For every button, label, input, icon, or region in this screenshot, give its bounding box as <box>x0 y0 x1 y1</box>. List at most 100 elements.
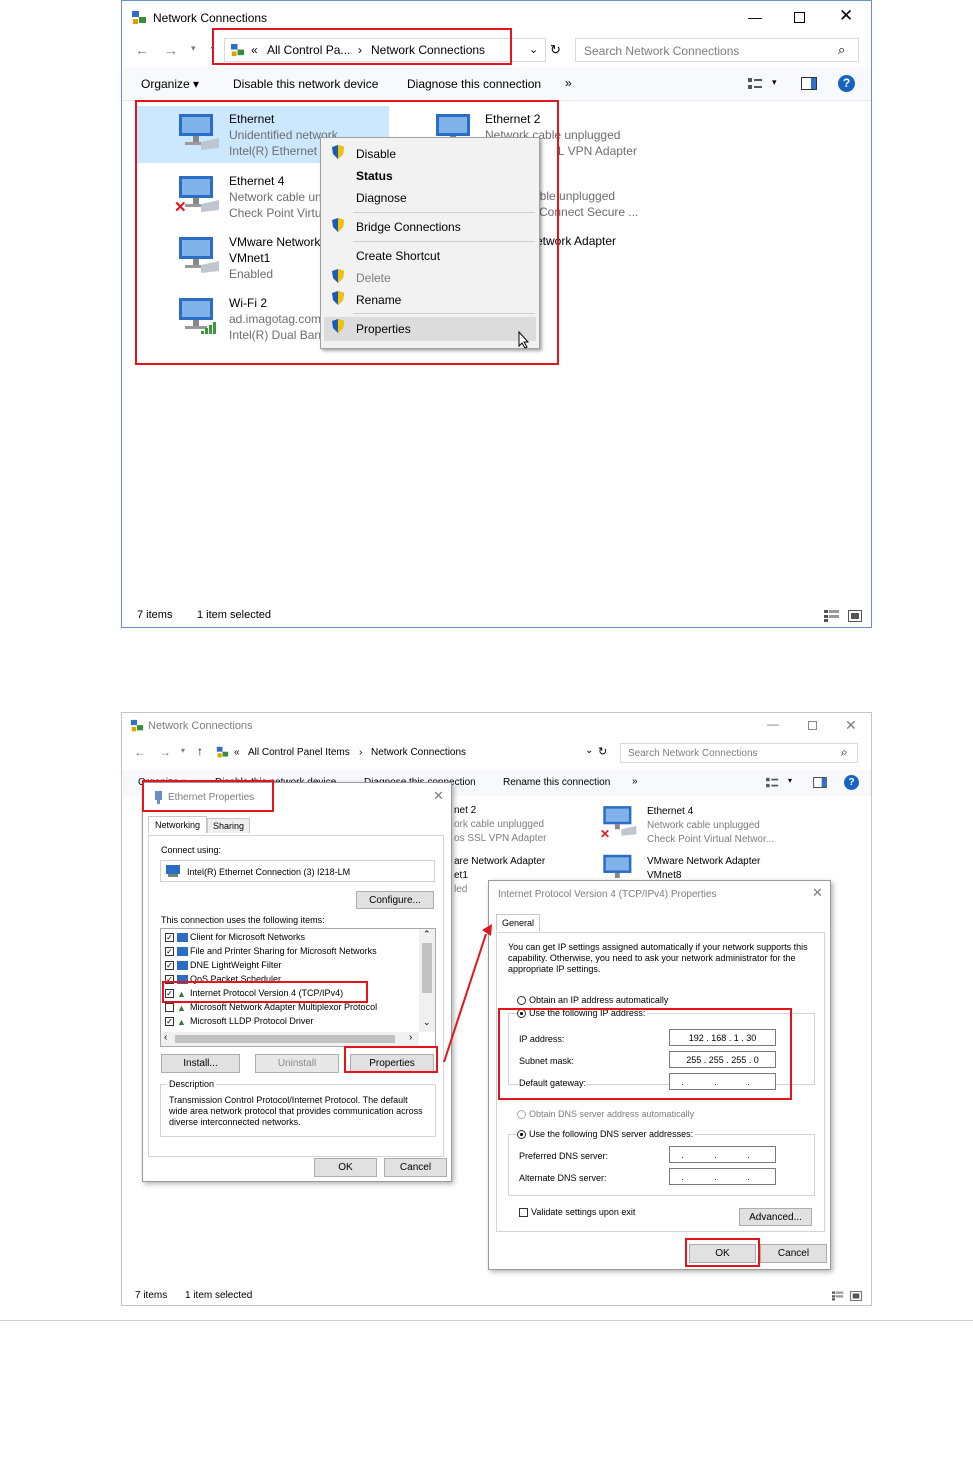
horizontal-scrollbar[interactable]: ‹ › <box>161 1032 419 1046</box>
obtain-dns-auto-radio[interactable]: Obtain DNS server address automatically <box>517 1109 694 1120</box>
checkbox[interactable]: ✓ <box>165 975 174 985</box>
alternate-dns-field[interactable]: . . . <box>669 1168 776 1185</box>
checkbox[interactable]: ✓ <box>165 961 174 971</box>
address-bar[interactable]: « All Control Pa... › Network Connection… <box>224 38 546 62</box>
breadcrumb-parent[interactable]: All Control Pa... <box>267 43 350 57</box>
scroll-left-icon[interactable]: ‹ <box>164 1032 167 1043</box>
install-button[interactable]: Install... <box>161 1054 240 1073</box>
view-dropdown-icon[interactable]: ▾ <box>788 776 792 785</box>
menu-item-properties[interactable]: Properties <box>324 317 536 341</box>
checkbox[interactable]: ✓ <box>165 933 174 943</box>
tab-networking[interactable]: Networking <box>148 816 208 833</box>
scroll-down-icon[interactable]: ⌄ <box>423 1017 431 1028</box>
menu-item-status[interactable]: Status <box>321 165 539 187</box>
search-icon[interactable]: ⌕ <box>838 42 845 58</box>
organize-button[interactable]: Organize ▾ <box>141 77 199 91</box>
advanced-button[interactable]: Advanced... <box>739 1208 812 1226</box>
back-arrow-icon[interactable]: ← <box>134 745 146 759</box>
help-icon[interactable]: ? <box>838 75 855 92</box>
disable-device-button[interactable]: Disable this network device <box>233 77 378 91</box>
subnet-mask-field[interactable]: 255 . 255 . 255 . 0 <box>669 1051 776 1068</box>
diagnose-button[interactable]: Diagnose this connection <box>407 77 541 91</box>
radio[interactable] <box>517 1009 526 1019</box>
scroll-thumb[interactable] <box>422 943 432 993</box>
large-icons-view-icon[interactable] <box>848 610 862 622</box>
menu-item-disable[interactable]: Disable <box>321 143 539 165</box>
up-arrow-icon[interactable]: ↑ <box>197 744 203 758</box>
radio[interactable] <box>517 1110 526 1120</box>
refresh-icon[interactable]: ↻ <box>550 42 561 58</box>
uninstall-button[interactable]: Uninstall <box>255 1054 339 1073</box>
list-item[interactable]: ✓ File and Printer Sharing for Microsoft … <box>165 946 377 957</box>
refresh-icon[interactable]: ↻ <box>598 745 607 758</box>
breadcrumb-current[interactable]: Network Connections <box>371 747 466 758</box>
list-item-ethernet-2[interactable]: net 2 ork cable unplugged os SSL VPN Ada… <box>450 805 610 845</box>
obtain-ip-auto-radio[interactable]: Obtain an IP address automatically <box>517 995 668 1006</box>
help-icon[interactable]: ? <box>844 775 859 790</box>
close-icon[interactable]: ✕ <box>845 717 857 734</box>
search-box[interactable]: Search Network Connections ⌕ <box>575 38 859 62</box>
list-item[interactable]: ✓ DNE LightWeight Filter <box>165 960 281 971</box>
list-item-ethernet-4[interactable]: ✕ Ethernet 4 Network cable unplugged Che… <box>600 803 860 847</box>
title-bar[interactable]: Network Connections — ✕ <box>122 713 871 739</box>
radio[interactable] <box>517 996 526 1006</box>
cancel-button[interactable]: Cancel <box>384 1158 447 1177</box>
checkbox[interactable]: ✓ <box>165 1017 174 1027</box>
more-commands-button[interactable]: » <box>632 776 638 787</box>
scroll-up-icon[interactable]: ⌃ <box>423 929 431 940</box>
tab-general[interactable]: General <box>496 914 541 931</box>
close-icon[interactable]: ✕ <box>812 885 823 901</box>
rename-button[interactable]: Rename this connection <box>503 777 610 788</box>
view-dropdown-icon[interactable]: ▾ <box>772 77 777 88</box>
view-options-icon[interactable] <box>748 77 764 91</box>
properties-button[interactable]: Properties <box>350 1054 434 1073</box>
radio[interactable] <box>517 1130 526 1140</box>
tab-sharing[interactable]: Sharing <box>207 818 251 833</box>
address-dropdown-icon[interactable]: ⌄ <box>529 43 538 56</box>
menu-item-diagnose[interactable]: Diagnose <box>321 187 539 209</box>
list-item[interactable]: ✓ ▲ Microsoft LLDP Protocol Driver <box>165 1016 313 1027</box>
forward-arrow-icon[interactable]: → <box>159 745 171 759</box>
close-icon[interactable]: ✕ <box>839 6 853 26</box>
list-item[interactable]: ▲ Microsoft Network Adapter Multiplexor P… <box>165 1002 377 1013</box>
menu-item-create-shortcut[interactable]: Create Shortcut <box>321 245 539 267</box>
minimize-icon[interactable]: — <box>748 9 762 25</box>
list-item-ipv4[interactable]: ✓ ▲ Internet Protocol Version 4 (TCP/IPv4) <box>165 988 343 999</box>
ok-button[interactable]: OK <box>314 1158 377 1177</box>
use-following-dns-radio[interactable]: Use the following DNS server addresses: <box>517 1129 696 1140</box>
validate-checkbox[interactable]: Validate settings upon exit <box>519 1207 635 1218</box>
back-arrow-icon[interactable]: ← <box>135 42 149 58</box>
preview-pane-icon[interactable] <box>813 777 827 788</box>
minimize-icon[interactable]: — <box>767 717 779 731</box>
address-dropdown-icon[interactable]: ⌄ <box>585 745 593 756</box>
title-bar[interactable]: Network Connections — ✕ <box>122 1 871 35</box>
close-icon[interactable]: ✕ <box>433 788 444 804</box>
ok-button[interactable]: OK <box>689 1244 756 1263</box>
preferred-dns-field[interactable]: . . . <box>669 1146 776 1163</box>
checkbox[interactable]: ✓ <box>165 947 174 957</box>
cancel-button[interactable]: Cancel <box>760 1244 827 1263</box>
forward-arrow-icon[interactable]: → <box>164 42 178 58</box>
more-commands-button[interactable]: » <box>565 76 572 90</box>
list-item-vmware-8[interactable]: VMware Network Adapter VMnet8 <box>600 853 860 883</box>
gateway-field[interactable]: . . . <box>669 1073 776 1090</box>
vertical-scrollbar[interactable]: ⌃ ⌄ <box>419 929 435 1032</box>
checkbox[interactable]: ✓ <box>165 989 174 999</box>
maximize-icon[interactable] <box>794 12 805 23</box>
menu-item-rename[interactable]: Rename <box>321 289 539 311</box>
chevron-down-icon[interactable]: ▾ <box>181 746 185 755</box>
breadcrumb-current[interactable]: Network Connections <box>371 43 485 57</box>
scroll-right-icon[interactable]: › <box>409 1032 412 1043</box>
configure-button[interactable]: Configure... <box>356 891 434 909</box>
large-icons-view-icon[interactable] <box>850 1291 862 1301</box>
use-following-ip-radio[interactable]: Use the following IP address: <box>517 1008 648 1019</box>
up-arrow-icon[interactable]: ↑ <box>209 41 216 57</box>
search-box[interactable]: Search Network Connections ⌕ <box>620 743 858 763</box>
chevron-down-icon[interactable]: ▾ <box>191 43 196 54</box>
scroll-thumb[interactable] <box>175 1035 395 1043</box>
details-view-icon[interactable] <box>824 610 840 622</box>
search-icon[interactable]: ⌕ <box>841 745 848 760</box>
menu-item-delete[interactable]: Delete <box>321 267 539 289</box>
preview-pane-icon[interactable] <box>801 77 817 90</box>
details-view-icon[interactable] <box>832 1291 844 1301</box>
